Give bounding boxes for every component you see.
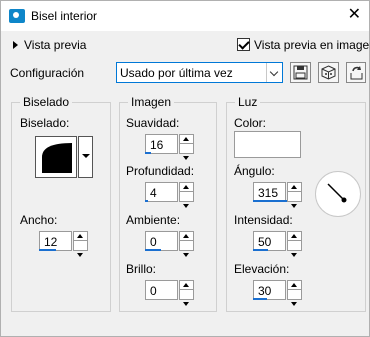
profundidad-stepper[interactable] — [179, 182, 194, 208]
decrement-icon[interactable] — [74, 241, 87, 257]
ambiente-stepper[interactable] — [179, 231, 194, 257]
angulo-label: Ángulo: — [234, 164, 275, 178]
decrement-icon[interactable] — [180, 144, 193, 160]
elevacion-spinner[interactable]: 30 — [253, 280, 302, 306]
intensidad-value: 50 — [258, 235, 272, 249]
intensidad-stepper[interactable] — [287, 231, 302, 257]
profundidad-level-bar — [145, 200, 148, 202]
window-title: Bisel interior — [31, 9, 98, 23]
save-icon — [293, 65, 308, 80]
reset-button[interactable] — [346, 62, 366, 83]
brillo-label: Brillo: — [126, 262, 157, 276]
preview-toggle[interactable]: Vista previa — [24, 38, 86, 52]
suavidad-label: Suavidad: — [126, 116, 180, 130]
ambiente-input[interactable]: 0 — [145, 231, 178, 251]
increment-icon[interactable] — [180, 135, 193, 144]
profundidad-spinner[interactable]: 4 — [145, 182, 194, 208]
preview-on-image-label[interactable]: Vista previa en imagen — [254, 38, 370, 52]
brillo-value: 0 — [150, 284, 157, 298]
decrement-icon[interactable] — [180, 192, 193, 208]
chevron-down-icon[interactable] — [266, 63, 282, 82]
increment-icon[interactable] — [180, 281, 193, 290]
expand-triangle-icon[interactable] — [13, 41, 18, 49]
decrement-icon[interactable] — [288, 290, 301, 306]
intensidad-label: Intensidad: — [234, 213, 293, 227]
close-button[interactable]: ✕ — [348, 7, 361, 23]
bevel-dropdown-button[interactable] — [78, 136, 93, 178]
elevacion-label: Elevación: — [234, 262, 290, 276]
app-icon — [9, 9, 25, 23]
angle-dial-needle-icon — [327, 183, 347, 203]
ambiente-label: Ambiente: — [126, 213, 181, 227]
brillo-input[interactable]: 0 — [145, 280, 178, 300]
bevel-shape-preview[interactable] — [35, 136, 77, 178]
decrement-icon[interactable] — [288, 241, 301, 257]
increment-icon[interactable] — [180, 232, 193, 241]
width-input[interactable]: 12 — [39, 231, 72, 251]
suavidad-input[interactable]: 16 — [145, 134, 178, 154]
intensidad-spinner[interactable]: 50 — [253, 231, 302, 257]
elevacion-stepper[interactable] — [287, 280, 302, 306]
elevacion-value: 30 — [258, 284, 272, 298]
angulo-spinner[interactable]: 315 — [253, 182, 302, 208]
save-preset-button[interactable] — [290, 62, 311, 83]
random-icon — [321, 65, 336, 80]
brillo-spinner[interactable]: 0 — [145, 280, 194, 306]
angulo-stepper[interactable] — [287, 182, 302, 208]
width-level-bar — [39, 249, 56, 251]
elevacion-level-bar — [253, 298, 267, 300]
config-select[interactable]: Usado por última vez — [116, 62, 283, 83]
increment-icon[interactable] — [180, 183, 193, 192]
width-stepper[interactable] — [73, 231, 88, 257]
light-color-swatch[interactable] — [234, 131, 301, 158]
increment-icon[interactable] — [288, 183, 301, 192]
title-bar[interactable]: Bisel interior ✕ — [1, 1, 369, 31]
decrement-icon[interactable] — [288, 192, 301, 208]
increment-icon[interactable] — [288, 281, 301, 290]
suavidad-value: 16 — [150, 138, 164, 152]
angulo-value: 315 — [258, 186, 279, 200]
intensidad-input[interactable]: 50 — [253, 231, 286, 251]
increment-icon[interactable] — [74, 232, 87, 241]
group-biselado: Biselado — [11, 95, 111, 312]
increment-icon[interactable] — [288, 232, 301, 241]
bevel-shape-icon — [42, 143, 72, 173]
profundidad-label: Profundidad: — [126, 164, 195, 178]
angulo-input[interactable]: 315 — [253, 182, 286, 202]
ambiente-level-bar — [145, 249, 161, 251]
group-luz-title: Luz — [235, 95, 261, 109]
randomize-button[interactable] — [318, 62, 339, 83]
intensidad-level-bar — [253, 249, 268, 251]
group-biselado-title: Biselado — [20, 95, 73, 109]
suavidad-level-bar — [145, 152, 151, 154]
profundidad-value: 4 — [150, 186, 157, 200]
width-label: Ancho: — [20, 213, 58, 227]
group-imagen-title: Imagen — [128, 95, 175, 109]
ambiente-value: 0 — [150, 235, 157, 249]
elevacion-input[interactable]: 30 — [253, 280, 286, 300]
width-spinner[interactable]: 12 — [39, 231, 88, 257]
config-label: Configuración — [10, 66, 85, 80]
color-label: Color: — [234, 116, 267, 130]
config-select-value: Usado por última vez — [120, 66, 233, 80]
brillo-stepper[interactable] — [179, 280, 194, 306]
suavidad-stepper[interactable] — [179, 134, 194, 160]
angle-dial[interactable] — [315, 171, 361, 217]
decrement-icon[interactable] — [180, 290, 193, 306]
reset-icon — [350, 66, 363, 80]
suavidad-spinner[interactable]: 16 — [145, 134, 194, 160]
ambiente-spinner[interactable]: 0 — [145, 231, 194, 257]
dialog-window: Bisel interior ✕ Vista previa Vista prev… — [0, 0, 370, 337]
width-value: 12 — [44, 235, 58, 249]
bevel-label: Biselado: — [20, 116, 70, 130]
preview-on-image-checkbox[interactable] — [237, 38, 250, 51]
profundidad-input[interactable]: 4 — [145, 182, 178, 202]
decrement-icon[interactable] — [180, 241, 193, 257]
